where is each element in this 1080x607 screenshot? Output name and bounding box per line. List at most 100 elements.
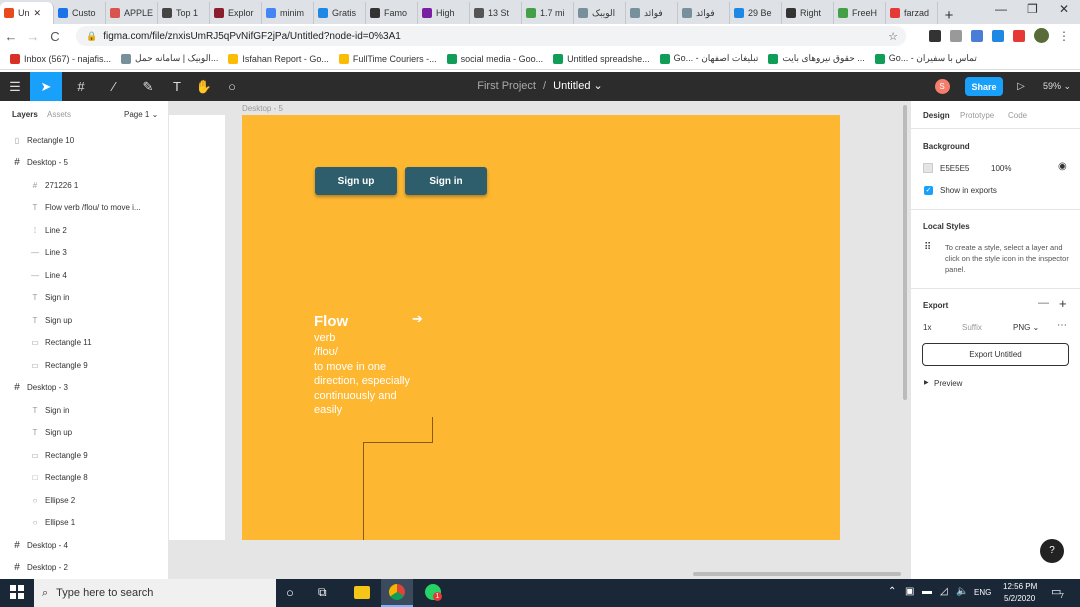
more-options-icon[interactable]: ⋯ bbox=[1057, 320, 1067, 331]
bookmark-item[interactable]: Isfahan Report - Go... bbox=[228, 53, 329, 64]
share-button[interactable]: Share bbox=[965, 77, 1003, 96]
canvas[interactable]: Desktop - 5 Sign up Sign in Flow verb /f… bbox=[169, 101, 910, 579]
page-selector[interactable]: Page 1 ⌄ bbox=[124, 110, 158, 119]
layer-row[interactable]: T Sign in bbox=[0, 399, 169, 421]
export-scale[interactable]: 1x bbox=[923, 323, 931, 332]
browser-tab[interactable]: Famo bbox=[366, 2, 418, 24]
back-button[interactable]: ← bbox=[0, 29, 22, 44]
browser-tab[interactable]: فوائد bbox=[626, 2, 678, 24]
browser-tab[interactable]: farzad bbox=[886, 2, 938, 24]
bg-opacity-input[interactable]: 100% bbox=[991, 164, 1011, 173]
tray-chevron-icon[interactable]: ⌃ bbox=[888, 586, 896, 597]
taskbar-search[interactable]: ⌕ Type here to search bbox=[34, 579, 276, 607]
caret-right-icon[interactable]: ▶ bbox=[924, 379, 929, 386]
browser-tab[interactable]: الويبک bbox=[574, 2, 626, 24]
adjacent-frame[interactable] bbox=[169, 115, 225, 540]
tab-layers[interactable]: Layers bbox=[12, 110, 38, 119]
layer-row[interactable]: ▭ Rectangle 9 bbox=[0, 354, 169, 376]
star-icon[interactable]: ☆ bbox=[888, 30, 898, 43]
layer-row[interactable]: T Flow verb /flou/ to move i... bbox=[0, 197, 169, 219]
volume-icon[interactable]: 🔈 bbox=[956, 586, 968, 597]
browser-tab[interactable]: APPLE bbox=[106, 2, 158, 24]
extension-icon[interactable] bbox=[1013, 29, 1025, 42]
file-explorer-icon[interactable] bbox=[354, 586, 370, 599]
layer-row[interactable]: # Desktop - 5 bbox=[0, 152, 169, 174]
bookmark-item[interactable]: social media - Goo... bbox=[446, 53, 543, 64]
tab-prototype[interactable]: Prototype bbox=[960, 111, 994, 120]
tab-assets[interactable]: Assets bbox=[47, 110, 71, 119]
bg-color-swatch[interactable] bbox=[923, 163, 933, 173]
clock-time[interactable]: 12:56 PM bbox=[1003, 582, 1037, 591]
browser-tab[interactable]: Right bbox=[782, 2, 834, 24]
bookmark-item[interactable]: FullTime Couriers -... bbox=[338, 53, 437, 64]
tab-code[interactable]: Code bbox=[1008, 111, 1027, 120]
new-tab-button[interactable]: + bbox=[938, 7, 960, 24]
browser-tab[interactable]: Custo bbox=[54, 2, 106, 24]
add-export-icon[interactable]: + bbox=[1059, 296, 1067, 311]
task-view-icon[interactable]: ⧉ bbox=[318, 585, 327, 600]
browser-tab[interactable]: Explor bbox=[210, 2, 262, 24]
collaborator-avatar[interactable]: S bbox=[934, 72, 950, 101]
minimize-button[interactable]: — bbox=[995, 2, 1007, 16]
layer-row[interactable]: — Line 3 bbox=[0, 242, 169, 264]
browser-tab[interactable]: 29 Be bbox=[730, 2, 782, 24]
forward-button[interactable]: → bbox=[22, 29, 44, 44]
bookmark-item[interactable]: حقوق نیروهای بایت ... bbox=[768, 53, 865, 64]
layer-row[interactable]: ▭ Rectangle 11 bbox=[0, 332, 169, 354]
network-icon[interactable]: ◿ bbox=[940, 586, 948, 597]
layer-row[interactable]: T Sign up bbox=[0, 422, 169, 444]
layer-row[interactable]: □ Rectangle 8 bbox=[0, 467, 169, 489]
line-4[interactable] bbox=[363, 442, 364, 540]
file-name[interactable]: Untitled ⌄ bbox=[553, 80, 603, 92]
bookmark-item[interactable]: الوبیک | سامانه حمل... bbox=[121, 53, 218, 64]
cortana-icon[interactable]: ○ bbox=[286, 585, 294, 600]
bg-hex-input[interactable]: E5E5E5 bbox=[940, 164, 969, 173]
checkbox-checked-icon[interactable]: ✓ bbox=[924, 186, 933, 195]
signup-button[interactable]: Sign up bbox=[315, 167, 397, 195]
remove-export-icon[interactable]: — bbox=[1038, 297, 1049, 309]
extension-icon[interactable] bbox=[929, 29, 941, 42]
bookmark-item[interactable]: Untitled spreadshe... bbox=[553, 53, 650, 64]
preview-toggle[interactable]: Preview bbox=[934, 379, 962, 388]
bookmark-item[interactable]: Go... - تماس با سفیران bbox=[874, 53, 977, 64]
zoom-dropdown[interactable]: 59% ⌄ bbox=[1040, 72, 1074, 101]
browser-tab[interactable]: 1.7 mi bbox=[522, 2, 574, 24]
language-indicator[interactable]: ENG bbox=[974, 588, 991, 597]
browser-tab[interactable]: FreeH bbox=[834, 2, 886, 24]
line-3[interactable] bbox=[363, 442, 433, 443]
layer-row[interactable]: # Desktop - 4 bbox=[0, 534, 169, 556]
maximize-button[interactable]: ❐ bbox=[1027, 2, 1038, 16]
bookmark-item[interactable]: Go... - تبلیغات اصفهان bbox=[659, 53, 758, 64]
project-name[interactable]: First Project bbox=[477, 80, 536, 92]
line-2[interactable] bbox=[432, 417, 433, 443]
profile-avatar[interactable] bbox=[1034, 28, 1049, 43]
url-bar[interactable]: 🔒 figma.com/file/znxisUmRJ5qPvNifGF2jPa/… bbox=[76, 26, 906, 46]
browser-tab[interactable]: فوائد bbox=[678, 2, 730, 24]
windows-start-icon[interactable] bbox=[10, 585, 24, 599]
flow-definition[interactable]: Flow verb /floʊ/ to move in one directio… bbox=[314, 314, 434, 418]
layer-row[interactable]: ○ Ellipse 1 bbox=[0, 512, 169, 534]
layer-row[interactable]: ▭ Rectangle 9 bbox=[0, 444, 169, 466]
clock-date[interactable]: 5/2/2020 bbox=[1004, 594, 1035, 603]
layer-row[interactable]: ▯ Rectangle 10 bbox=[0, 129, 169, 151]
export-format-select[interactable]: PNG ⌄ bbox=[1013, 323, 1039, 332]
vertical-scrollbar[interactable] bbox=[903, 105, 907, 400]
layer-row[interactable]: — Line 4 bbox=[0, 264, 169, 286]
battery-icon[interactable]: ▬ bbox=[922, 586, 932, 597]
extension-icon[interactable] bbox=[971, 29, 983, 42]
tray-icon[interactable]: ▣ bbox=[905, 586, 914, 597]
close-tab-icon[interactable]: ✕ bbox=[34, 8, 42, 19]
bookmark-item[interactable]: Inbox (567) - najafis... bbox=[10, 53, 111, 64]
horizontal-scrollbar[interactable] bbox=[693, 572, 901, 576]
menu-kebab-icon[interactable]: ⋮ bbox=[1058, 29, 1070, 43]
browser-tab[interactable]: Gratis bbox=[314, 2, 366, 24]
reload-button[interactable]: C bbox=[44, 29, 66, 44]
extension-icon[interactable] bbox=[950, 29, 962, 42]
export-suffix-input[interactable]: Suffix bbox=[962, 323, 982, 332]
browser-tab[interactable]: Top 1 bbox=[158, 2, 210, 24]
layer-row[interactable]: ○ Ellipse 2 bbox=[0, 489, 169, 511]
layer-row[interactable]: T Sign up bbox=[0, 309, 169, 331]
tab-design[interactable]: Design bbox=[923, 111, 950, 120]
eye-icon[interactable]: ◉ bbox=[1058, 161, 1067, 172]
layer-row[interactable]: # Desktop - 3 bbox=[0, 377, 169, 399]
